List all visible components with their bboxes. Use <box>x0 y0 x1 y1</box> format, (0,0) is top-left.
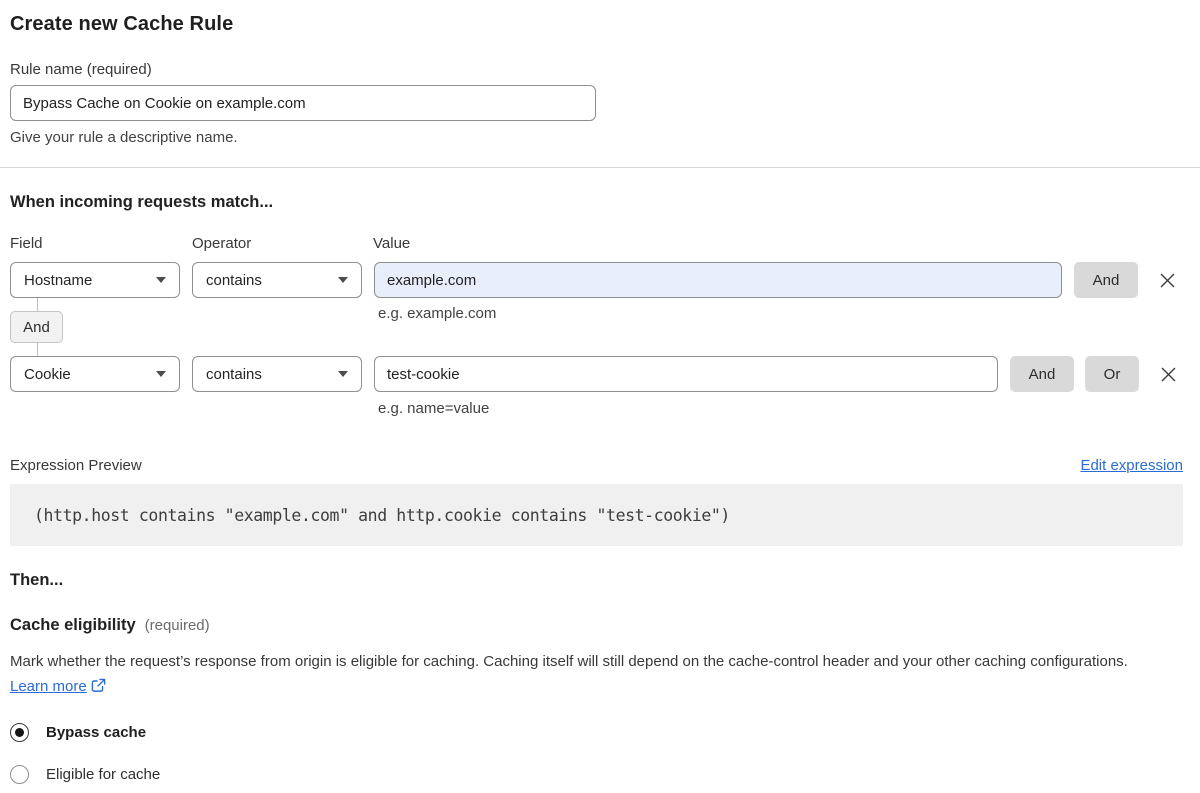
remove-condition-button-2[interactable] <box>1159 365 1177 383</box>
value-input-2[interactable] <box>374 356 998 392</box>
cache-eligibility-header: Cache eligibility (required) <box>10 616 1183 635</box>
match-section-heading: When incoming requests match... <box>10 193 274 211</box>
expression-preview-code-block: (http.host contains "example.com" and ht… <box>10 484 1183 546</box>
value-helper-2-area: e.g. name=value <box>10 392 1183 418</box>
condition-row-2: Cookie contains And Or <box>10 356 1183 392</box>
chevron-down-icon <box>156 371 166 377</box>
description-text: Mark whether the request’s response from… <box>10 653 1128 670</box>
close-icon <box>1161 367 1175 381</box>
add-or-condition-button-2[interactable]: Or <box>1085 356 1139 392</box>
expression-preview-header: Expression Preview Edit expression <box>10 456 1183 475</box>
operator-select-2-value: contains <box>206 365 262 383</box>
condition-connector-button[interactable]: And <box>10 311 63 343</box>
chevron-down-icon <box>156 277 166 283</box>
section-divider <box>0 167 1200 168</box>
expression-code: (http.host contains "example.com" and ht… <box>34 505 730 525</box>
create-cache-rule-form: Create new Cache Rule Rule name (require… <box>0 0 1200 784</box>
operator-column-label: Operator <box>192 235 252 252</box>
value-column-label: Value <box>373 235 411 252</box>
field-select-1-value: Hostname <box>24 271 93 289</box>
connector-line <box>37 298 38 311</box>
value-input-1[interactable] <box>374 262 1062 298</box>
operator-select-2[interactable]: contains <box>192 356 362 392</box>
chevron-down-icon <box>338 371 348 377</box>
field-column-label: Field <box>10 235 43 252</box>
rule-name-label: Rule name (required) <box>10 61 152 78</box>
rule-name-input[interactable] <box>10 85 596 121</box>
matcher-column-labels: Field Operator Value <box>10 234 1183 253</box>
then-heading: Then... <box>10 571 64 589</box>
field-select-2-value: Cookie <box>24 365 71 383</box>
value-helper-1: e.g. example.com <box>378 305 497 322</box>
field-select-2[interactable]: Cookie <box>10 356 180 392</box>
operator-select-1[interactable]: contains <box>192 262 362 298</box>
close-icon <box>1160 273 1174 287</box>
add-and-condition-button-2[interactable]: And <box>1010 356 1074 392</box>
learn-more-link[interactable]: Learn more <box>10 678 87 695</box>
field-select-1[interactable]: Hostname <box>10 262 180 298</box>
radio-selected-icon[interactable] <box>10 723 29 742</box>
condition-row-1: Hostname contains And <box>10 262 1183 298</box>
value-helper-2: e.g. name=value <box>378 400 490 417</box>
edit-expression-link[interactable]: Edit expression <box>1080 457 1183 474</box>
required-badge: (required) <box>144 617 210 634</box>
rule-name-helper: Give your rule a descriptive name. <box>10 129 238 146</box>
radio-unselected-icon[interactable] <box>10 765 29 784</box>
radio-option-eligible-for-cache[interactable]: Eligible for cache <box>10 765 1183 784</box>
radio-option-bypass-cache[interactable]: Bypass cache <box>10 723 1183 742</box>
remove-condition-button-1[interactable] <box>1158 271 1176 289</box>
radio-label: Eligible for cache <box>46 766 161 783</box>
chevron-down-icon <box>338 277 348 283</box>
external-link-icon <box>91 678 106 692</box>
add-and-condition-button-1[interactable]: And <box>1074 262 1138 298</box>
connector-line <box>37 343 38 356</box>
radio-label: Bypass cache <box>46 724 147 741</box>
operator-select-1-value: contains <box>206 271 262 289</box>
cache-eligibility-description: Mark whether the request’s response from… <box>10 649 1170 699</box>
cache-eligibility-title: Cache eligibility <box>10 616 136 634</box>
page-title: Create new Cache Rule <box>10 13 234 35</box>
expression-preview-label: Expression Preview <box>10 457 142 474</box>
condition-connector-area: And e.g. example.com <box>10 298 1183 356</box>
